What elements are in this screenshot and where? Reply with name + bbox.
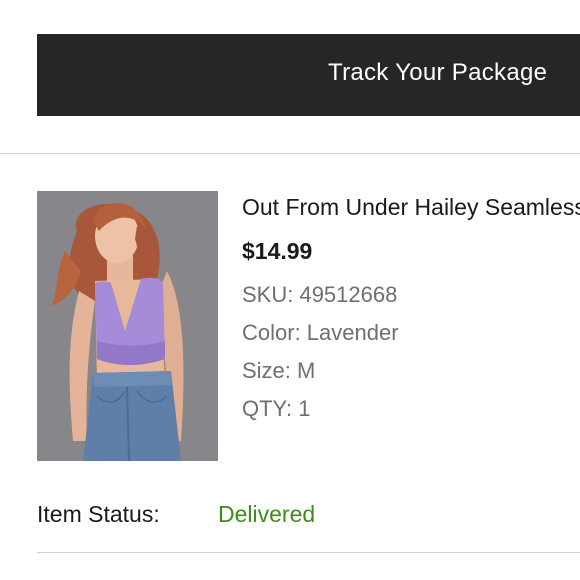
product-details: Out From Under Hailey Seamless $14.99 SK… (242, 190, 580, 428)
item-status-value: Delivered (218, 501, 316, 527)
product-size: Size: M (242, 358, 316, 383)
divider (37, 552, 580, 553)
track-package-button[interactable]: Track Your Package (37, 34, 580, 116)
order-detail-page: Track Your Package Out From Under Hailey… (0, 0, 580, 580)
divider (0, 153, 580, 154)
product-qty: QTY: 1 (242, 396, 311, 421)
product-sku: SKU: 49512668 (242, 282, 398, 307)
product-name[interactable]: Out From Under Hailey Seamless (242, 190, 580, 224)
product-price: $14.99 (242, 238, 313, 264)
item-status-label: Item Status: (37, 501, 160, 527)
product-color: Color: Lavender (242, 320, 399, 345)
track-package-label: Track Your Package (328, 59, 548, 86)
product-image[interactable] (37, 191, 218, 461)
